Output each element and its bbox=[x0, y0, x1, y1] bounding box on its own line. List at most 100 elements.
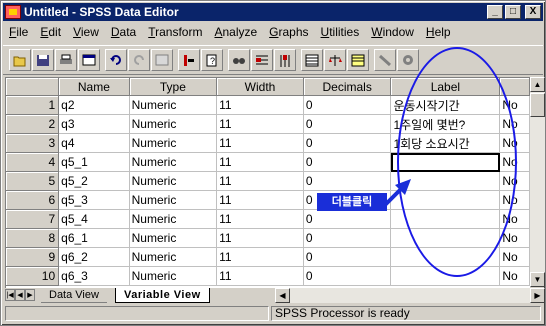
cell-width[interactable]: 11 bbox=[216, 209, 304, 229]
title-bar[interactable]: Untitled - SPSS Data Editor _ □ X bbox=[3, 3, 543, 21]
column-header-label[interactable]: Label bbox=[390, 78, 501, 96]
table-row[interactable]: 9 q6_2 Numeric 11 0 No bbox=[6, 247, 530, 267]
row-number[interactable]: 3 bbox=[6, 133, 60, 153]
scroll-right-icon[interactable]: ▶ bbox=[530, 288, 545, 303]
dialog-recall-icon[interactable] bbox=[78, 49, 100, 71]
save-icon[interactable] bbox=[32, 49, 54, 71]
minimize-button[interactable]: _ bbox=[487, 5, 503, 19]
cell-type[interactable]: Numeric bbox=[129, 247, 218, 267]
cell-name[interactable]: q6_2 bbox=[58, 247, 130, 267]
cell-label[interactable]: 운동시작기간 bbox=[390, 95, 501, 115]
column-header-type[interactable]: Type bbox=[129, 78, 218, 96]
cell-label[interactable] bbox=[390, 266, 501, 286]
cell-name[interactable]: q4 bbox=[58, 133, 130, 153]
table-row[interactable]: 6 q5_3 Numeric 11 0 No bbox=[6, 190, 530, 210]
menu-transform[interactable]: Transform bbox=[142, 25, 208, 39]
tab-prev-icon[interactable]: ◀ bbox=[15, 289, 25, 301]
cell-width[interactable]: 11 bbox=[216, 133, 304, 153]
table-row[interactable]: 2 q3 Numeric 11 0 1주일에 몇번? No bbox=[6, 114, 530, 134]
cell-width[interactable]: 11 bbox=[216, 114, 304, 134]
table-row[interactable]: 3 q4 Numeric 11 0 1회당 소요시간 No bbox=[6, 133, 530, 153]
cell-values[interactable]: No bbox=[499, 152, 530, 172]
variables-icon[interactable]: ? bbox=[201, 49, 223, 71]
select-cases-icon[interactable] bbox=[347, 49, 369, 71]
horizontal-scrollbar[interactable]: ◀ ▶ bbox=[275, 288, 545, 303]
menu-help[interactable]: Help bbox=[420, 25, 457, 39]
cell-width[interactable]: 11 bbox=[216, 190, 304, 210]
cell-type[interactable]: Numeric bbox=[129, 152, 218, 172]
menu-analyze[interactable]: Analyze bbox=[208, 25, 263, 39]
cell-type[interactable]: Numeric bbox=[129, 228, 218, 248]
row-number[interactable]: 9 bbox=[6, 247, 60, 267]
cell-type[interactable]: Numeric bbox=[129, 209, 218, 229]
cell-label[interactable] bbox=[390, 247, 501, 267]
cell-label[interactable]: 1회당 소요시간 bbox=[390, 133, 501, 153]
cell-values[interactable]: No bbox=[499, 133, 530, 153]
menu-graphs[interactable]: Graphs bbox=[263, 25, 314, 39]
cell-values[interactable]: No bbox=[499, 114, 530, 134]
goto-case-icon[interactable] bbox=[178, 49, 200, 71]
corner-header[interactable] bbox=[6, 78, 60, 96]
cell-width[interactable]: 11 bbox=[216, 247, 304, 267]
cell-name[interactable]: q5_4 bbox=[58, 209, 130, 229]
cell-values[interactable]: No bbox=[499, 266, 530, 286]
cell-name[interactable]: q2 bbox=[58, 95, 130, 115]
cell-width[interactable]: 11 bbox=[216, 228, 304, 248]
column-header-width[interactable]: Width bbox=[216, 78, 304, 96]
open-icon[interactable] bbox=[9, 49, 31, 71]
scroll-left-icon[interactable]: ◀ bbox=[275, 288, 290, 303]
insert-variable-icon[interactable] bbox=[274, 49, 296, 71]
cell-type[interactable]: Numeric bbox=[129, 171, 218, 191]
insert-case-icon[interactable] bbox=[251, 49, 273, 71]
cell-decimals[interactable]: 0 bbox=[303, 228, 392, 248]
cell-type[interactable]: Numeric bbox=[129, 95, 218, 115]
goto-chart-icon[interactable] bbox=[151, 49, 173, 71]
cell-name[interactable]: q6_1 bbox=[58, 228, 130, 248]
cell-values[interactable]: No bbox=[499, 95, 530, 115]
table-row[interactable]: 1 q2 Numeric 11 0 운동시작기간 No bbox=[6, 95, 530, 115]
cell-type[interactable]: Numeric bbox=[129, 133, 218, 153]
cell-name[interactable]: q5_2 bbox=[58, 171, 130, 191]
row-number[interactable]: 7 bbox=[6, 209, 60, 229]
cell-name[interactable]: q3 bbox=[58, 114, 130, 134]
table-row[interactable]: 8 q6_1 Numeric 11 0 No bbox=[6, 228, 530, 248]
cell-decimals[interactable]: 0 bbox=[303, 247, 392, 267]
split-file-icon[interactable] bbox=[301, 49, 323, 71]
row-number[interactable]: 10 bbox=[6, 266, 60, 286]
menu-file[interactable]: File bbox=[3, 25, 34, 39]
table-row[interactable]: 4 q5_1 Numeric 11 0 No bbox=[6, 152, 530, 172]
menu-data[interactable]: Data bbox=[105, 25, 142, 39]
cell-width[interactable]: 11 bbox=[216, 152, 304, 172]
cell-type[interactable]: Numeric bbox=[129, 190, 218, 210]
row-number[interactable]: 1 bbox=[6, 95, 60, 115]
table-row[interactable]: 5 q5_2 Numeric 11 0 No bbox=[6, 171, 530, 191]
cell-label[interactable]: 1주일에 몇번? bbox=[390, 114, 501, 134]
redo-icon[interactable] bbox=[128, 49, 150, 71]
table-row[interactable]: 7 q5_4 Numeric 11 0 No bbox=[6, 209, 530, 229]
tab-data-view[interactable]: Data View bbox=[41, 288, 107, 303]
row-number[interactable]: 5 bbox=[6, 171, 60, 191]
cell-name[interactable]: q5_1 bbox=[58, 152, 130, 172]
weight-cases-icon[interactable] bbox=[324, 49, 346, 71]
cell-decimals[interactable]: 0 bbox=[303, 171, 392, 191]
menu-utilities[interactable]: Utilities bbox=[315, 25, 366, 39]
cell-decimals[interactable]: 0 bbox=[303, 114, 392, 134]
cell-name[interactable]: q6_3 bbox=[58, 266, 130, 286]
spss-app-icon[interactable] bbox=[5, 5, 21, 19]
cell-type[interactable]: Numeric bbox=[129, 114, 218, 134]
cell-name[interactable]: q5_3 bbox=[58, 190, 130, 210]
cell-decimals[interactable]: 0 bbox=[303, 209, 392, 229]
column-header-values[interactable] bbox=[499, 78, 530, 96]
cell-label-selected[interactable] bbox=[390, 152, 501, 172]
cell-label[interactable] bbox=[390, 209, 501, 229]
print-icon[interactable] bbox=[55, 49, 77, 71]
vertical-scrollbar[interactable]: ▲ ▼ bbox=[530, 77, 545, 287]
row-number[interactable]: 6 bbox=[6, 190, 60, 210]
close-button[interactable]: X bbox=[525, 5, 541, 19]
cell-values[interactable]: No bbox=[499, 247, 530, 267]
cell-values[interactable]: No bbox=[499, 228, 530, 248]
row-number[interactable]: 4 bbox=[6, 152, 60, 172]
cell-decimals[interactable]: 0 bbox=[303, 95, 392, 115]
table-row[interactable]: 10 q6_3 Numeric 11 0 No bbox=[6, 266, 530, 286]
scroll-up-icon[interactable]: ▲ bbox=[530, 77, 545, 92]
